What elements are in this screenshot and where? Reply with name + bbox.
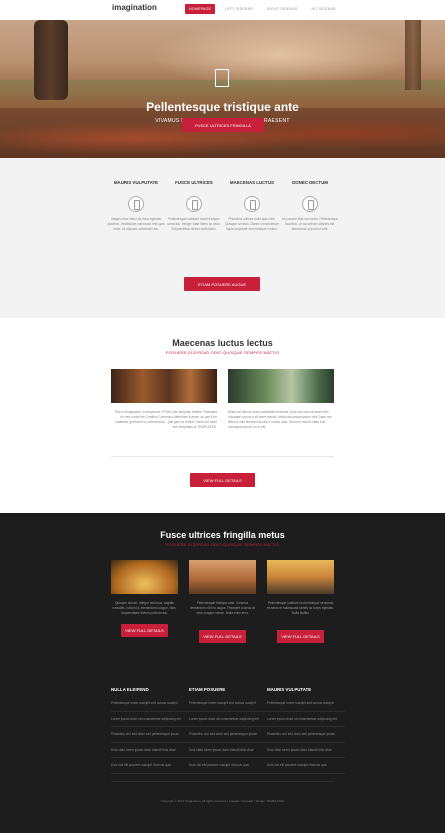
nav-no-sidebar[interactable]: NO SIDEBAR xyxy=(308,4,340,14)
work-section: Fusce ultrices fringilla metus POSUERE E… xyxy=(0,513,445,833)
footer-heading: ETIAM POSUERE xyxy=(189,687,226,692)
copyright-text: Copyright © 2014 Imagination. All rights… xyxy=(160,799,285,803)
feature-title: MAURIS VULPUTATE xyxy=(113,180,159,185)
work-button-label: VIEW FULL DETAILS xyxy=(125,628,164,633)
footer-link[interactable]: Pellentesque lorem suscipit sed cursus s… xyxy=(267,701,345,712)
feature-item: MAECENAS LUCTUS Phasellus ultrices nulla… xyxy=(223,180,281,232)
work-text: Quisque dictum. Integer nisl risus, sagi… xyxy=(112,601,177,615)
features-button-label: ETIAM POSUERE AUGUE xyxy=(197,281,246,287)
footer-link[interactable]: Duis vitae lorem ipsum dolor blandit fel… xyxy=(189,748,267,759)
section-subtitle: POSUERE ELEIFEND ODIO QUISQUE SEMPER MAT… xyxy=(165,542,280,547)
nav-right-sidebar[interactable]: RIGHT SIDEBAR xyxy=(263,4,302,14)
hero-banner: Pellentesque tristique ante VIVAMUS FERM… xyxy=(0,20,445,158)
phone-icon xyxy=(302,196,318,212)
footer-link[interactable]: Duis nisl elit posuere suscipit rhoncus … xyxy=(267,763,345,774)
feature-item: MAURIS VULPUTATE Integer vitae libero ac… xyxy=(107,180,165,232)
feature-desc: In posuere felis nec tortor. Pellentesqu… xyxy=(282,217,338,231)
footer-link[interactable]: Pellentesque lorem suscipit sed cursus s… xyxy=(111,701,189,712)
work-text: Pellentesque habitant morbi tristique se… xyxy=(267,601,334,615)
footer-link[interactable]: Lorem ipsum dolor sit consectetuer adipi… xyxy=(267,717,345,728)
footer-link[interactable]: Lorem ipsum dolor sit consectetuer adipi… xyxy=(111,717,189,728)
work-button-label: VIEW FULL DETAILS xyxy=(281,634,320,639)
feature-title: FUSCE ULTRICES xyxy=(175,180,213,185)
news-image-left[interactable] xyxy=(111,369,217,403)
section-title: Fusce ultrices fringilla metus xyxy=(160,530,285,540)
work-image-food[interactable] xyxy=(111,560,178,594)
news-text-right: Etiam vel felis at lorem sollicitudin ti… xyxy=(228,410,332,429)
work-image-tower[interactable] xyxy=(189,560,256,594)
feature-item: FUSCE ULTRICES Pellentesque habitant mor… xyxy=(165,180,223,232)
hero-title: Pellentesque tristique ante xyxy=(146,100,299,114)
phone-icon xyxy=(128,196,144,212)
footer-column: MAURIS VULPUTATE Pellentesque lorem susc… xyxy=(267,687,345,779)
feature-title: MAECENAS LUCTUS xyxy=(229,180,275,185)
news-button-label: VIEW FULL DETAILS xyxy=(203,477,242,483)
feature-title: DONEC DECTUM xyxy=(292,180,328,185)
footer-column: ETIAM POSUERE Pellentesque lorem suscipi… xyxy=(189,687,267,779)
section-divider xyxy=(111,456,334,457)
features-section: MAURIS VULPUTATE Integer vitae libero ac… xyxy=(0,158,445,318)
section-subtitle: POSUERE ELEIFEND ODIO QUISQUE SEMPER MAT… xyxy=(165,350,280,355)
features-button[interactable]: ETIAM POSUERE AUGUE xyxy=(184,277,260,291)
work-details-button[interactable]: VIEW FULL DETAILS xyxy=(121,624,168,637)
footer-link[interactable]: Duis nisl elit posuere suscipit rhoncus … xyxy=(189,763,267,774)
work-button-label: VIEW FULL DETAILS xyxy=(203,634,242,639)
top-navbar: imagination HOMEPAGE LEFT SIDEBAR RIGHT … xyxy=(0,0,445,20)
phone-icon xyxy=(244,196,260,212)
feature-desc: Phasellus ultrices nulla quis nibh. Quis… xyxy=(225,217,279,231)
nav-homepage[interactable]: HOMEPAGE xyxy=(185,4,216,14)
footer-link[interactable]: Duis vitae lorem ipsum dolor blandit fel… xyxy=(267,748,345,759)
hero-cta-label: FUSCE ULTRICES FRINGILLA xyxy=(195,122,251,128)
work-text: Pellentesque tristique ante. Vivamus fer… xyxy=(190,601,255,615)
feature-item: DONEC DECTUM In posuere felis nec tortor… xyxy=(281,180,339,232)
footer-link[interactable]: Duis nisl elit posuere suscipit rhoncus … xyxy=(111,763,189,774)
work-details-button[interactable]: VIEW FULL DETAILS xyxy=(277,630,324,643)
footer-link[interactable]: Phasellus orci sed dolor sed pellentesqu… xyxy=(189,732,267,743)
feature-desc: Integer vitae libero ac risus egestas pl… xyxy=(107,217,165,231)
hero-tree-trunk xyxy=(34,20,68,100)
news-image-right[interactable] xyxy=(228,369,334,403)
footer-heading: MAURIS VULPUTATE xyxy=(267,687,312,692)
site-logo[interactable]: imagination xyxy=(112,3,157,12)
main-nav: HOMEPAGE LEFT SIDEBAR RIGHT SIDEBAR NO S… xyxy=(185,4,340,14)
nav-left-sidebar[interactable]: LEFT SIDEBAR xyxy=(221,4,257,14)
phone-icon xyxy=(186,196,202,212)
footer-link[interactable]: Phasellus orci sed dolor sed pellentesqu… xyxy=(111,732,189,743)
hero-background-leaves xyxy=(0,108,445,158)
footer-link[interactable]: Pellentesque lorem suscipit sed cursus s… xyxy=(189,701,267,712)
news-details-button[interactable]: VIEW FULL DETAILS xyxy=(190,473,255,487)
tablet-icon xyxy=(215,69,229,87)
news-text-left: This is Imagination, a responsive HTML5 … xyxy=(114,410,217,429)
footer-column: NULLA ELEIFEND Pellentesque lorem suscip… xyxy=(111,687,189,779)
footer-link[interactable]: Duis vitae lorem ipsum dolor blandit fel… xyxy=(111,748,189,759)
hero-cta-button[interactable]: FUSCE ULTRICES FRINGILLA xyxy=(182,118,264,132)
section-title: Maecenas luctus lectus xyxy=(172,338,273,348)
feature-desc: Pellentesque habitant morbi tristique se… xyxy=(167,217,221,231)
news-section: Maecenas luctus lectus POSUERE ELEIFEND … xyxy=(0,318,445,513)
footer-link[interactable]: Phasellus orci sed dolor sed pellentesqu… xyxy=(267,732,345,743)
footer-divider xyxy=(111,781,334,782)
work-details-button[interactable]: VIEW FULL DETAILS xyxy=(199,630,246,643)
hero-tree-trunk-right xyxy=(405,20,421,90)
footer-heading: NULLA ELEIFEND xyxy=(111,687,149,692)
footer-link[interactable]: Lorem ipsum dolor sit consectetuer adipi… xyxy=(189,717,267,728)
work-image-sunset[interactable] xyxy=(267,560,334,594)
